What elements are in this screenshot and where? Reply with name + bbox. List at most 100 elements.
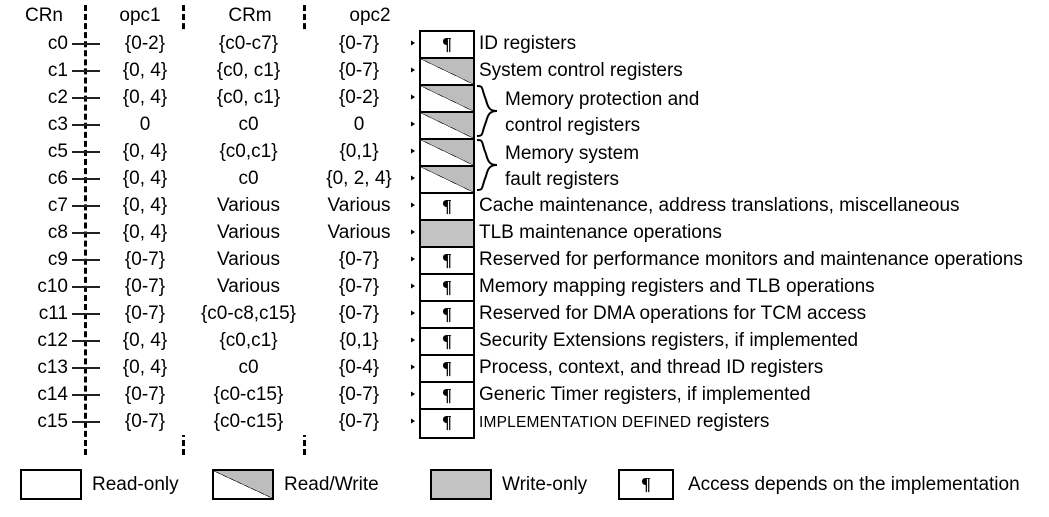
group-label-line1: Memory protection and — [505, 89, 700, 110]
crm-value: {c0, c1} — [186, 84, 311, 111]
register-description: Generic Timer registers, if implemented — [479, 384, 811, 405]
crm-value: Various — [186, 219, 311, 246]
opc1-value: {0, 4} — [100, 165, 190, 192]
pilcrow-icon: ¶ — [442, 412, 452, 432]
legend-swatch-ro — [20, 469, 82, 500]
opc1-value: {0, 4} — [100, 57, 190, 84]
crn-label: c14 — [37, 384, 68, 405]
crn-label: c13 — [37, 357, 68, 378]
opc2-value: {0-4} — [307, 354, 411, 381]
opc1-value: {0, 4} — [100, 219, 190, 246]
opc1-value: 0 — [100, 111, 190, 138]
legend-label: Access depends on the implementation — [688, 474, 1020, 495]
legend-swatch-impl: ¶ — [618, 469, 674, 500]
crm-value: c0 — [186, 354, 311, 381]
access-type-box: ¶ — [421, 32, 473, 59]
group-label-memory-fault: Memory system fault registers — [505, 141, 639, 193]
crn-label: c7 — [47, 195, 68, 216]
opc1-value: {0-7} — [100, 381, 190, 408]
access-type-box — [421, 140, 473, 167]
crn-label: c2 — [47, 87, 68, 108]
legend-label: Read-only — [92, 474, 179, 495]
crn-label: c15 — [37, 411, 68, 432]
crn-label: c6 — [47, 168, 68, 189]
pilcrow-icon: ¶ — [442, 34, 452, 54]
access-type-box — [421, 167, 473, 194]
description-rest: registers — [691, 411, 770, 432]
opc1-value: {0-7} — [100, 300, 190, 327]
opc2-value: Various — [307, 219, 411, 246]
column-header-crm: CRm — [228, 5, 272, 26]
group-label-line1: Memory system — [505, 143, 640, 164]
pilcrow-icon: ¶ — [442, 304, 452, 324]
register-description: Reserved for DMA operations for TCM acce… — [479, 303, 867, 324]
legend-label: Write-only — [502, 474, 588, 495]
opc2-value: {0-7} — [307, 246, 411, 273]
opc1-value: {0-2} — [100, 30, 190, 57]
opc2-value: {0,1} — [307, 138, 411, 165]
pilcrow-icon: ¶ — [641, 474, 651, 494]
cp15-register-map-diagram: CRn opc1 CRm opc2 c0 {0-2} {c0-c7} {0-7} c1{… — [0, 0, 1049, 517]
access-type-box: ¶ — [421, 383, 473, 410]
crn-label: c3 — [47, 114, 68, 135]
group-label-memory-protection: Memory protection and control registers — [505, 87, 699, 139]
crn-label: c9 — [47, 249, 68, 270]
pilcrow-icon: ¶ — [442, 385, 452, 405]
register-description: TLB maintenance operations — [479, 222, 722, 243]
opc2-value: {0-2} — [307, 84, 411, 111]
opc1-value: {0-7} — [100, 408, 190, 435]
description-smallcaps: IMPLEMENTATION DEFINED — [479, 414, 692, 431]
access-type-box: ¶ — [421, 275, 473, 302]
opc2-value: {0-7} — [307, 57, 411, 84]
crm-value: c0 — [186, 165, 311, 192]
opc1-value: {0, 4} — [100, 138, 190, 165]
legend: Read-only Read/Write Write-only ¶ Access dep… — [0, 466, 1049, 510]
pilcrow-icon: ¶ — [442, 331, 452, 351]
legend-swatch-wo — [430, 469, 492, 500]
column-header-opc2: opc2 — [349, 5, 391, 26]
crm-value: Various — [186, 192, 311, 219]
register-description: Reserved for performance monitors and ma… — [479, 249, 1023, 270]
crm-value: c0 — [186, 111, 311, 138]
crn-label: c1 — [47, 60, 68, 81]
crn-label: c12 — [37, 330, 68, 351]
register-description: Security Extensions registers, if implem… — [479, 330, 859, 351]
opc2-value: {0-7} — [307, 273, 411, 300]
pilcrow-icon: ¶ — [442, 196, 452, 216]
pilcrow-icon: ¶ — [442, 250, 452, 270]
crn-label: c8 — [47, 222, 68, 243]
group-brace-memory-fault — [477, 138, 499, 192]
crn-label: c0 — [47, 33, 68, 54]
column-header-opc1: opc1 — [119, 5, 161, 26]
access-type-box — [421, 221, 473, 248]
column-header-crn: CRn — [24, 5, 63, 26]
opc2-value: Various — [307, 192, 411, 219]
crn-label: c10 — [37, 276, 68, 297]
opc1-value: {0-7} — [100, 273, 190, 300]
crn-label: c5 — [47, 141, 68, 162]
group-label-line2: fault registers — [505, 169, 620, 190]
opc1-value: {0, 4} — [100, 84, 190, 111]
legend-label: Read/Write — [284, 474, 379, 495]
legend-swatch-rw — [212, 469, 274, 500]
opc2-value: {0,1} — [307, 327, 411, 354]
register-description: Cache maintenance, address translations,… — [479, 195, 960, 216]
pilcrow-icon: ¶ — [442, 277, 452, 297]
pilcrow-icon: ¶ — [442, 358, 452, 378]
opc2-value: 0 — [307, 111, 411, 138]
access-type-box: ¶ — [421, 302, 473, 329]
crm-value: {c0-c15} — [186, 381, 311, 408]
group-brace-memory-protection — [477, 84, 499, 138]
opc1-value: {0, 4} — [100, 192, 190, 219]
opc2-value: {0-7} — [307, 408, 411, 435]
crm-value: {c0-c7} — [186, 30, 311, 57]
opc2-value: {0, 2, 4} — [307, 165, 411, 192]
access-type-box: ¶ — [421, 329, 473, 356]
access-type-box: ¶ — [421, 410, 473, 437]
access-type-box: ¶ — [421, 248, 473, 275]
opc1-value: {0-7} — [100, 246, 190, 273]
opc2-value: {0-7} — [307, 30, 411, 57]
crm-value: {c0, c1} — [186, 57, 311, 84]
crm-value: {c0-c15} — [186, 408, 311, 435]
group-label-line2: control registers — [505, 115, 641, 136]
